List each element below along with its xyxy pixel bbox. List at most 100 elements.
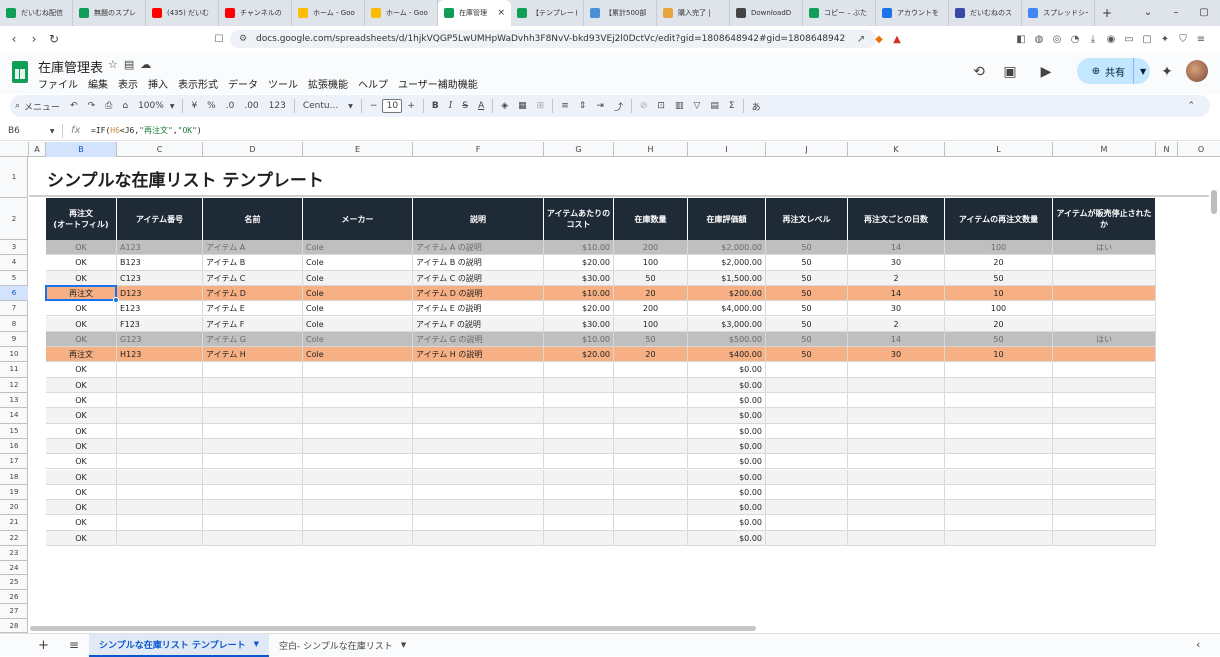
move-folder-icon[interactable]: ▤ <box>124 58 134 71</box>
table-cell[interactable] <box>1053 270 1156 286</box>
table-cell[interactable] <box>848 500 945 516</box>
table-cell[interactable]: 50 <box>945 331 1053 348</box>
table-cell[interactable]: アイテム H の説明 <box>413 347 544 363</box>
table-cell[interactable] <box>117 515 203 531</box>
row-header[interactable]: 2 <box>0 198 28 240</box>
comments-icon[interactable]: ▣ <box>998 60 1022 84</box>
zoom-select[interactable]: 100% ▼ <box>133 95 179 117</box>
back-icon[interactable]: ‹ <box>4 32 24 46</box>
table-header-cell[interactable]: 在庫評価額 <box>688 198 766 240</box>
menu-item[interactable]: 編集 <box>88 76 108 91</box>
avatar[interactable] <box>1186 60 1208 82</box>
maximize-icon[interactable]: ▢ <box>1190 0 1218 26</box>
table-cell[interactable] <box>945 377 1053 393</box>
table-cell[interactable] <box>544 530 614 546</box>
browser-tab[interactable]: アカウントを <box>876 0 949 26</box>
table-cell[interactable]: $0.00 <box>688 500 766 516</box>
table-cell[interactable]: OK <box>46 530 117 546</box>
font-size-input[interactable]: 10 <box>382 99 403 113</box>
table-cell[interactable] <box>1053 255 1156 271</box>
table-cell[interactable]: アイテム F <box>203 316 303 332</box>
column-header-k[interactable]: K <box>848 142 945 157</box>
undo-icon[interactable]: ↶ <box>65 95 83 117</box>
table-cell[interactable] <box>117 423 203 439</box>
row-header[interactable]: 28 <box>0 619 28 633</box>
table-cell[interactable] <box>203 362 303 378</box>
row-header[interactable]: 19 <box>0 485 28 501</box>
fill-color-icon[interactable]: ◈ <box>496 95 513 117</box>
table-cell[interactable]: OK <box>46 393 117 409</box>
table-cell[interactable] <box>766 454 848 470</box>
table-cell[interactable] <box>203 515 303 531</box>
table-cell[interactable] <box>1053 316 1156 332</box>
table-cell[interactable] <box>848 454 945 470</box>
vpn-icon[interactable]: ⛉ <box>1174 30 1192 48</box>
row-header[interactable]: 4 <box>0 255 28 271</box>
table-cell[interactable] <box>1053 347 1156 363</box>
table-cell[interactable]: アイテム B の説明 <box>413 255 544 271</box>
table-cell[interactable]: G123 <box>117 331 203 348</box>
active-cell-selection[interactable] <box>45 284 119 304</box>
table-cell[interactable] <box>203 484 303 501</box>
column-header-m[interactable]: M <box>1053 142 1156 157</box>
table-cell[interactable] <box>303 515 413 531</box>
table-cell[interactable]: $0.00 <box>688 408 766 424</box>
table-cell[interactable]: 50 <box>614 331 688 348</box>
table-cell[interactable] <box>766 500 848 516</box>
table-cell[interactable]: OK <box>46 438 117 455</box>
column-header-e[interactable]: E <box>303 142 413 157</box>
table-cell[interactable] <box>614 362 688 378</box>
browser-tab[interactable]: 【テンプレート】 <box>511 0 584 26</box>
table-cell[interactable] <box>1053 301 1156 317</box>
font-size-decrease-button[interactable]: − <box>365 95 383 117</box>
font-size-increase-button[interactable]: + <box>402 95 420 117</box>
table-cell[interactable] <box>544 438 614 455</box>
table-cell[interactable] <box>1053 362 1156 378</box>
table-cell[interactable] <box>203 423 303 439</box>
table-cell[interactable] <box>117 454 203 470</box>
table-cell[interactable] <box>544 393 614 409</box>
table-cell[interactable] <box>413 469 544 485</box>
search-menu-button[interactable]: ⌕ メニュー <box>10 95 65 117</box>
table-cell[interactable]: $4,000.00 <box>688 301 766 317</box>
insert-link-icon[interactable]: ⊘ <box>635 95 653 117</box>
extension-3-icon[interactable]: ◎ <box>1048 30 1066 48</box>
row-header[interactable]: 1 <box>0 157 28 198</box>
table-cell[interactable]: アイテム H <box>203 347 303 363</box>
table-cell[interactable]: 200 <box>614 240 688 256</box>
table-cell[interactable]: 50 <box>766 255 848 271</box>
table-cell[interactable]: 14 <box>848 331 945 348</box>
table-cell[interactable] <box>303 438 413 455</box>
extension-2-icon[interactable]: ◍ <box>1030 30 1048 48</box>
doc-title[interactable]: 在庫管理表 <box>38 57 103 76</box>
browser-tab[interactable]: スプレッドシー <box>1022 0 1095 26</box>
column-header-d[interactable]: D <box>203 142 303 157</box>
table-cell[interactable] <box>614 377 688 393</box>
table-cell[interactable] <box>303 484 413 501</box>
table-cell[interactable]: 20 <box>614 347 688 363</box>
share-page-icon[interactable]: ↗ <box>852 30 870 48</box>
text-color-icon[interactable]: A <box>473 95 489 117</box>
table-cell[interactable]: OK <box>46 270 117 286</box>
minimize-icon[interactable]: – <box>1162 0 1190 26</box>
table-cell[interactable] <box>544 423 614 439</box>
table-cell[interactable] <box>303 530 413 546</box>
table-cell[interactable] <box>766 530 848 546</box>
input-tools-icon[interactable]: あ <box>747 95 766 117</box>
column-header-o[interactable]: O <box>1178 142 1220 157</box>
table-cell[interactable]: OK <box>46 408 117 424</box>
table-header-cell[interactable]: アイテム番号 <box>117 198 203 240</box>
row-header[interactable]: 5 <box>0 271 28 286</box>
table-cell[interactable]: 再注文 <box>46 347 117 363</box>
table-cell[interactable]: アイテム G <box>203 331 303 348</box>
table-cell[interactable] <box>203 500 303 516</box>
table-cell[interactable] <box>117 530 203 546</box>
scroll-left-icon[interactable]: ‹ <box>1196 638 1200 651</box>
new-tab-button[interactable]: + <box>1095 0 1119 26</box>
menu-item[interactable]: ヘルプ <box>358 76 388 91</box>
strikethrough-icon[interactable]: S <box>457 95 473 117</box>
row-header[interactable]: 14 <box>0 408 28 424</box>
table-cell[interactable]: 100 <box>945 240 1053 256</box>
column-header-l[interactable]: L <box>945 142 1053 157</box>
tab-search-icon[interactable]: ⌄ <box>1134 0 1162 26</box>
